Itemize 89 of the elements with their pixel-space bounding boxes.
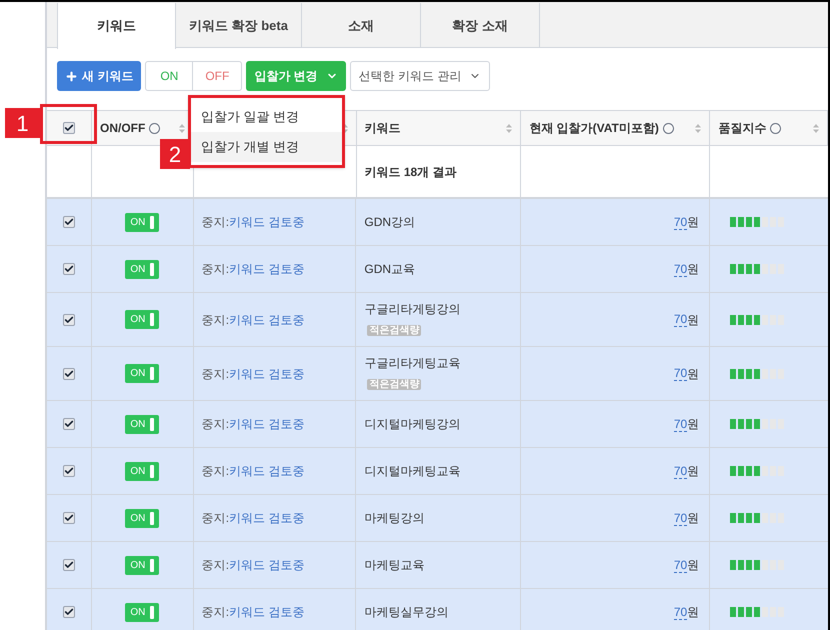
currency-unit: 원 — [687, 416, 700, 433]
keyword-text: GDN교육 — [364, 261, 416, 278]
manage-keywords-button[interactable]: 선택한 키워드 관리 — [350, 61, 490, 91]
checkbox[interactable] — [63, 368, 75, 380]
status-link[interactable]: 키워드 검토중 — [229, 462, 304, 480]
tab[interactable]: 소재 — [302, 3, 421, 48]
step-label: 1 — [5, 108, 40, 138]
tab[interactable]: 키워드 확장 beta — [176, 3, 302, 48]
help-icon[interactable] — [149, 122, 160, 134]
status-link[interactable]: 키워드 검토중 — [229, 509, 304, 527]
toggle-switch[interactable]: ON — [125, 556, 160, 574]
status-label: 중지: — [202, 604, 230, 621]
checkbox[interactable] — [63, 216, 75, 228]
status-link[interactable]: 키워드 검토중 — [229, 415, 304, 433]
status-label: 중지: — [202, 312, 230, 328]
plus-icon — [65, 70, 78, 82]
checkbox[interactable] — [62, 122, 75, 134]
keyword-text: 구글리타게팅강의 적은검색량 — [364, 300, 462, 338]
toggle-switch[interactable]: ON — [125, 414, 160, 434]
bid-link[interactable]: 70 — [674, 214, 688, 230]
currency-unit: 원 — [687, 604, 700, 621]
bid-link[interactable]: 70 — [674, 416, 688, 432]
bid-link[interactable]: 70 — [674, 312, 688, 327]
menu-item[interactable]: 입찰가 개별 변경 — [191, 132, 342, 162]
bid-link[interactable]: 70 — [674, 510, 688, 526]
status-label: 중지: — [202, 510, 230, 527]
toggle-switch[interactable]: ON — [125, 602, 160, 622]
status-label: 중지: — [202, 214, 230, 231]
status-link[interactable]: 키워드 검토중 — [229, 310, 304, 328]
on-button[interactable]: ON — [146, 62, 194, 90]
checkbox[interactable] — [63, 606, 75, 618]
status-label: 중지: — [202, 463, 230, 480]
column-header: 키워드 — [364, 120, 401, 137]
off-button[interactable]: OFF — [193, 62, 242, 90]
low-volume-tag: 적은검색량 — [367, 324, 422, 336]
bid-change-button[interactable]: 입찰가 변경 — [246, 61, 346, 91]
bid-link[interactable]: 70 — [674, 604, 688, 620]
toggle-switch[interactable]: ON — [125, 212, 160, 232]
currency-unit: 원 — [687, 366, 700, 382]
keyword-text: 마케팅교육 — [364, 557, 424, 574]
bid-link[interactable]: 70 — [674, 366, 688, 381]
checkbox[interactable] — [63, 559, 75, 571]
menu-item[interactable]: 입찰가 일괄 변경 — [191, 102, 342, 132]
toggle-switch[interactable]: ON — [125, 364, 160, 383]
keyword-text: GDN강의 — [364, 214, 416, 231]
column-header: 품질지수 — [718, 120, 766, 137]
tab[interactable]: 키워드 — [57, 3, 176, 49]
keyword-text: 구글리타게팅교육 적은검색량 — [364, 354, 462, 392]
bid-link[interactable]: 70 — [674, 464, 688, 478]
keyword-text: 마케팅실무강의 — [364, 604, 448, 621]
status-label: 중지: — [202, 416, 230, 433]
toggle-switch[interactable]: ON — [125, 260, 160, 278]
currency-unit: 원 — [687, 261, 700, 278]
bid-link[interactable]: 70 — [674, 558, 688, 572]
status-link[interactable]: 키워드 검토중 — [229, 364, 304, 382]
highlight-frame — [40, 104, 97, 144]
currency-unit: 원 — [687, 557, 700, 574]
result-count: 키워드 18개 결과 — [364, 164, 457, 180]
status-label: 중지: — [202, 557, 230, 574]
status-link[interactable]: 키워드 검토중 — [229, 603, 304, 621]
status-label: 중지: — [202, 261, 230, 278]
help-icon[interactable] — [662, 122, 674, 134]
status-label: 중지: — [202, 366, 230, 382]
checkbox[interactable] — [63, 314, 75, 326]
checkbox[interactable] — [63, 512, 75, 524]
status-link[interactable]: 키워드 검토중 — [229, 213, 304, 231]
status-link[interactable]: 키워드 검토중 — [229, 260, 304, 278]
new-keyword-button[interactable]: 새 키워드 — [57, 61, 142, 91]
keyword-text: 디지털마케팅교육 — [364, 463, 460, 480]
bid-link[interactable]: 70 — [674, 262, 688, 276]
help-icon[interactable] — [770, 122, 782, 134]
column-header: ON/OFF — [100, 120, 146, 137]
column-header: 현재 입찰가(VAT미포함) — [529, 120, 659, 137]
tab[interactable]: 확장 소재 — [421, 3, 540, 48]
checkbox[interactable] — [63, 263, 75, 275]
checkbox[interactable] — [63, 465, 75, 477]
toggle-switch[interactable]: ON — [125, 508, 160, 528]
checkbox[interactable] — [63, 418, 75, 430]
step-label: 2 — [160, 139, 190, 169]
status-link[interactable]: 키워드 검토중 — [229, 556, 304, 574]
toggle-switch[interactable]: ON — [125, 462, 160, 480]
currency-unit: 원 — [687, 510, 700, 527]
currency-unit: 원 — [687, 463, 700, 480]
currency-unit: 원 — [687, 312, 700, 328]
keyword-text: 마케팅강의 — [364, 510, 424, 527]
toggle-switch[interactable]: ON — [125, 310, 160, 329]
low-volume-tag: 적은검색량 — [367, 378, 422, 390]
currency-unit: 원 — [687, 214, 700, 231]
keyword-text: 디지털마케팅강의 — [364, 416, 460, 433]
